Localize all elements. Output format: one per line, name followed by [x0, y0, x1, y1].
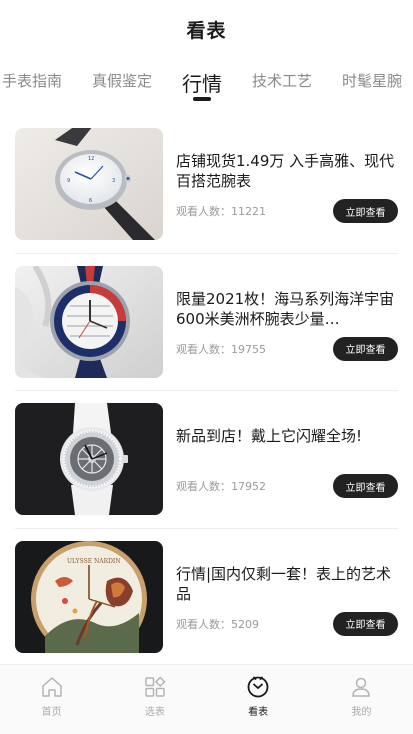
watch-white-dial-photo[interactable]: 12 3 6 9 [15, 128, 163, 241]
view-count-value: 5209 [231, 617, 259, 631]
view-count: 观看人数：19755 [176, 341, 266, 357]
view-count-label: 观看人数： [176, 617, 231, 631]
tab-authentication[interactable]: 真假鉴定 [82, 58, 162, 108]
tab-celebrity-wrist[interactable]: 时髦星腕 [332, 58, 412, 108]
view-now-button[interactable]: 立即查看 [333, 336, 398, 361]
view-count-value: 17952 [231, 480, 266, 494]
app-screen: 看表 手表指南 真假鉴定 行情 技术工艺 时髦星腕 12 3 6 9 店铺现货1… [0, 0, 413, 734]
page-header: 看表 [0, 0, 413, 58]
view-count-value: 19755 [231, 342, 266, 356]
seamaster-blue-bezel-photo[interactable] [15, 265, 163, 378]
category-tabs: 手表指南 真假鉴定 行情 技术工艺 时髦星腕 [0, 58, 413, 108]
article-info: 行情|国内仅剩一套！表上的艺术品 观看人数：5209 立即查看 [163, 541, 398, 653]
article-title[interactable]: 限量2021枚！海马系列海洋宇宙600米美洲杯腕表少量… [176, 289, 398, 329]
article-info: 限量2021枚！海马系列海洋宇宙600米美洲杯腕表少量… 观看人数：19755 … [163, 266, 398, 378]
article-info: 店铺现货1.49万 入手高雅、现代百搭范腕表 观看人数：11221 立即查看 [163, 128, 398, 240]
tabbar-watch[interactable]: 看表 [207, 665, 310, 734]
tabbar-label: 我的 [351, 707, 372, 718]
svg-text:6: 6 [89, 198, 92, 204]
tabbar-mine[interactable]: 我的 [310, 665, 413, 734]
view-count-label: 观看人数： [176, 205, 231, 219]
home-icon [41, 677, 62, 697]
article-title[interactable]: 行情|国内仅剩一套！表上的艺术品 [176, 564, 398, 604]
view-count: 观看人数：17952 [176, 478, 266, 494]
article-meta: 观看人数：19755 立即查看 [176, 336, 398, 361]
tab-label: 真假鉴定 [92, 72, 153, 90]
tab-label: 技术工艺 [252, 72, 313, 90]
article-feed: 12 3 6 9 店铺现货1.49万 入手高雅、现代百搭范腕表 观看人数：11221 … [15, 116, 398, 666]
tabbar-label: 看表 [248, 707, 269, 718]
view-count-value: 11221 [231, 205, 266, 219]
page-title: 看表 [186, 19, 227, 42]
bottom-tab-bar: 首页 选表 看表 我的 [0, 664, 413, 734]
person-icon [352, 677, 371, 697]
tabbar-select[interactable]: 选表 [103, 665, 206, 734]
article-title[interactable]: 店铺现货1.49万 入手高雅、现代百搭范腕表 [176, 151, 398, 191]
view-now-button[interactable]: 立即查看 [333, 199, 398, 224]
svg-text:9: 9 [67, 178, 70, 184]
enamel-bird-dial-photo[interactable]: ULYSSE NARDIN [15, 540, 163, 653]
article-card[interactable]: 限量2021枚！海马系列海洋宇宙600米美洲杯腕表少量… 观看人数：19755 … [15, 254, 398, 391]
tab-market[interactable]: 行情 [172, 58, 232, 108]
grid-icon [145, 676, 166, 697]
article-card[interactable]: 新品到店！戴上它闪耀全场! 观看人数：17952 立即查看 [15, 391, 398, 529]
article-meta: 观看人数：11221 立即查看 [176, 199, 398, 224]
svg-text:12: 12 [88, 156, 94, 162]
tab-label: 行情 [182, 72, 223, 96]
skeleton-diamond-watch-photo[interactable] [15, 403, 163, 516]
tabbar-label: 首页 [41, 707, 62, 718]
tab-label: 时髦星腕 [342, 72, 403, 90]
article-title[interactable]: 新品到店！戴上它闪耀全场! [176, 426, 398, 466]
view-count: 观看人数：11221 [176, 203, 266, 219]
tabbar-home[interactable]: 首页 [0, 665, 103, 734]
tabs-track: 手表指南 真假鉴定 行情 技术工艺 时髦星腕 [0, 58, 413, 108]
article-info: 新品到店！戴上它闪耀全场! 观看人数：17952 立即查看 [163, 403, 398, 515]
svg-text:ULYSSE NARDIN: ULYSSE NARDIN [67, 558, 121, 565]
tab-craftsmanship[interactable]: 技术工艺 [242, 58, 322, 108]
view-now-button[interactable]: 立即查看 [333, 474, 398, 499]
article-card[interactable]: ULYSSE NARDIN 行情|国内仅剩一套！表上的艺术品 观看人数：5209… [15, 529, 398, 666]
view-count-label: 观看人数： [176, 480, 231, 494]
view-count-label: 观看人数： [176, 342, 231, 356]
view-now-button[interactable]: 立即查看 [333, 611, 398, 636]
article-meta: 观看人数：5209 立即查看 [176, 611, 398, 636]
watch-icon [247, 676, 269, 698]
active-tab-indicator [193, 97, 212, 101]
article-card[interactable]: 12 3 6 9 店铺现货1.49万 入手高雅、现代百搭范腕表 观看人数：11221 … [15, 116, 398, 254]
svg-text:3: 3 [112, 178, 115, 184]
view-count: 观看人数：5209 [176, 616, 259, 632]
tab-label: 手表指南 [2, 72, 63, 90]
tabbar-label: 选表 [144, 707, 165, 718]
article-meta: 观看人数：17952 立即查看 [176, 474, 398, 499]
tab-guide[interactable]: 手表指南 [0, 58, 72, 108]
